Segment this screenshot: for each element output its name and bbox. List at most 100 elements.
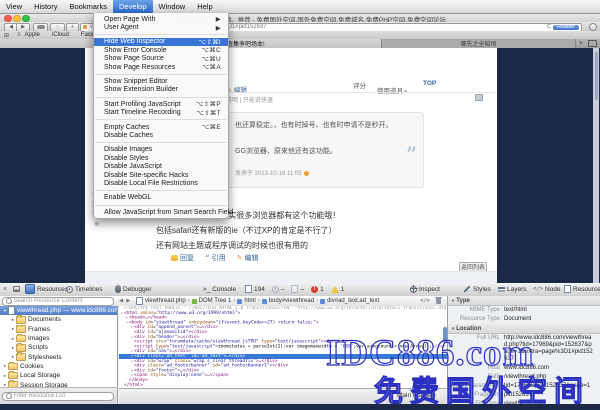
- menubar-item-history[interactable]: History: [28, 0, 63, 13]
- breadcrumb-dom-tree-1[interactable]: DOM Tree 1: [192, 298, 232, 304]
- menu-item-show-page-resources[interactable]: Show Page Resources⌥⌘A: [94, 63, 228, 71]
- filter-resource-input[interactable]: Filter Resource List: [2, 392, 114, 401]
- menu-item-show-extension-builder[interactable]: Show Extension Builder: [94, 86, 228, 94]
- dom-tree-line[interactable]: </html>: [119, 383, 447, 388]
- top-sites-grid-icon[interactable]: ⊞: [4, 32, 9, 39]
- panel-tab-styles[interactable]: Styles: [463, 283, 491, 295]
- inspector-close-icon[interactable]: ×: [3, 283, 7, 295]
- post-action-reply[interactable]: 回复: [171, 253, 194, 263]
- res-icon: [25, 284, 35, 294]
- menu-item-label: Allow JavaScript from Smart Search Field: [104, 209, 233, 216]
- breadcrumb-viewthread-php[interactable]: viewthread.php: [136, 297, 185, 305]
- tree-item-images[interactable]: ▸Images: [0, 334, 117, 343]
- tree-item-local-storage[interactable]: ▸Local Storage: [0, 371, 117, 380]
- search-resource-input[interactable]: Search Resource Content: [2, 297, 114, 306]
- menubar-item-help[interactable]: Help: [191, 0, 218, 13]
- show-source-icon[interactable]: </>: [420, 298, 430, 304]
- bookmark-item-icloud[interactable]: iCloud: [52, 32, 69, 38]
- error-badge-icon: !: [311, 286, 318, 293]
- counter-value: –: [281, 286, 285, 293]
- dom-tree-view[interactable]: <!DOCTYPE html PUBLIC "-//W3C//DTD XHTML…: [119, 306, 447, 388]
- menubar-item-develop[interactable]: Develop: [113, 0, 153, 13]
- bookmark-item-apple[interactable]: Apple: [25, 32, 40, 38]
- panel-tab-layers[interactable]: Layers: [498, 283, 527, 295]
- menubar-item-window[interactable]: Window: [153, 0, 192, 13]
- inspect-button[interactable]: Inspect: [410, 283, 440, 295]
- console-button[interactable]: >_ Console: [203, 283, 236, 295]
- web-inspector: × >_ Console Inspect 194––!11 ResourcesT…: [0, 283, 600, 410]
- details-section-type[interactable]: ▾Type: [448, 296, 600, 306]
- post-action-edit[interactable]: ✎编辑: [237, 253, 259, 263]
- reload-icon[interactable]: C: [547, 24, 551, 30]
- history-back-forward-icons[interactable]: ◀▶: [119, 298, 133, 304]
- menu-item-user-agent[interactable]: User Agent▶: [94, 23, 228, 31]
- breadcrumb-div-ad-text-ad-text[interactable]: div#ad_text.ad_text: [320, 298, 379, 304]
- inspector-dock-icon[interactable]: [13, 283, 20, 295]
- detail-label: Fragment: [448, 392, 504, 399]
- menu-item-hide-web-inspector[interactable]: Hide Web Inspector⌥⇧⌘I: [94, 38, 228, 46]
- menubar-item-view[interactable]: View: [0, 0, 28, 13]
- main-frame-selector[interactable]: Main Frame ▾: [397, 392, 436, 399]
- menu-item-open-page-with[interactable]: Open Page With▶: [94, 15, 228, 23]
- toolbar-debugger-button[interactable]: Debugger: [115, 283, 152, 295]
- reader-button[interactable]: Reader: [553, 25, 579, 31]
- post-line: 包括safari还有新版的ie（不过XP的肯定是不行了）: [156, 223, 426, 238]
- menu-item-disable-caches[interactable]: Disable Caches: [94, 131, 228, 139]
- detail-label: Query Parameters: [448, 383, 504, 390]
- toolbar-label: Timelines: [75, 286, 103, 293]
- menu-item-disable-images[interactable]: Disable Images: [94, 146, 228, 154]
- tree-item-frames[interactable]: ▸Frames: [0, 325, 117, 334]
- menu-separator: [95, 142, 227, 143]
- expand-author-icon[interactable]: ⊕: [94, 220, 100, 228]
- tree-item-viewthread-php-www-idc886-com[interactable]: ▾viewthread.php — www.idc886.com: [0, 306, 117, 315]
- menu-item-disable-styles[interactable]: Disable Styles: [94, 154, 228, 162]
- post-action-quote[interactable]: “引用: [205, 253, 226, 263]
- tree-item-session-storage[interactable]: ▸Session Storage: [0, 380, 117, 387]
- panel-tab-node[interactable]: </>Node: [533, 283, 560, 295]
- reading-list-icon[interactable]: ≡: [17, 32, 21, 38]
- details-section-location[interactable]: ▾Location: [448, 324, 600, 334]
- top-link[interactable]: TOP: [423, 80, 436, 87]
- menu-item-show-page-source[interactable]: Show Page Source⌥⌘U: [94, 55, 228, 63]
- menu-item-start-timeline-recording[interactable]: Start Timeline Recording⌥⇧⌘T: [94, 109, 228, 117]
- menu-separator: [95, 190, 227, 191]
- tree-item-stylesheets[interactable]: ▸Stylesheets: [0, 352, 117, 361]
- size-count-icon: [291, 285, 298, 294]
- tab-overview-icon[interactable]: [588, 40, 597, 47]
- tree-item-documents[interactable]: ▸Documents: [0, 315, 117, 324]
- menu-item-empty-caches[interactable]: Empty Caches⌥⌘E: [94, 123, 228, 131]
- tree-item-cookies[interactable]: ▸Cookies: [0, 362, 117, 371]
- counter-value: –: [300, 286, 304, 293]
- detail-row-fragment: Fragmentpid152637: [448, 391, 600, 400]
- menu-item-disable-local-file-restrictions[interactable]: Disable Local File Restrictions: [94, 179, 228, 187]
- use-tools-link[interactable]: 使用道具 ▾: [377, 80, 407, 98]
- counter-warning: 1: [331, 283, 345, 295]
- new-tab-icon[interactable]: +: [579, 40, 583, 47]
- toolbar-timelines-button[interactable]: Timelines: [66, 283, 103, 295]
- toolbar-resources-button[interactable]: Resources: [25, 283, 68, 295]
- detail-label: Host: [448, 365, 504, 372]
- rate-link[interactable]: 评分: [353, 80, 366, 90]
- menubar-item-bookmarks[interactable]: Bookmarks: [63, 0, 113, 13]
- tree-item-scripts[interactable]: ▸Scripts: [0, 343, 117, 352]
- breadcrumb-html[interactable]: html: [237, 298, 255, 304]
- menu-item-allow-javascript-from-smart-search-field[interactable]: Allow JavaScript from Smart Search Field: [94, 208, 228, 216]
- post-options-icon[interactable]: [475, 94, 483, 101]
- menu-shortcut: ⌥⌘E: [202, 123, 221, 131]
- blue-icon: [320, 299, 325, 304]
- breadcrumb-separator: ›: [188, 298, 190, 304]
- menu-item-disable-javascript[interactable]: Disable JavaScript: [94, 162, 228, 170]
- menu-item-start-profiling-javascript[interactable]: Start Profiling JavaScript⌥⇧⌘P: [94, 100, 228, 108]
- page-scrollbar[interactable]: [593, 48, 599, 283]
- breadcrumb-body-viewthread[interactable]: body#viewthread: [262, 298, 314, 304]
- downloads-button[interactable]: [589, 23, 597, 31]
- menu-item-disable-site-specific-hacks[interactable]: Disable Site-specific Hacks: [94, 171, 228, 179]
- page-scrollbar-thumb[interactable]: [595, 52, 598, 100]
- trash-icon[interactable]: [436, 298, 441, 304]
- counter-value: 1: [320, 286, 324, 293]
- menu-item-show-snippet-editor[interactable]: Show Snippet Editor: [94, 77, 228, 85]
- tab-2[interactable]: 哪先之全知场: [382, 39, 576, 48]
- menu-item-show-error-console[interactable]: Show Error Console⌥⌘C: [94, 46, 228, 54]
- menu-item-enable-webgl[interactable]: Enable WebGL: [94, 194, 228, 202]
- panel-tab-resource[interactable]: Resource: [564, 283, 600, 295]
